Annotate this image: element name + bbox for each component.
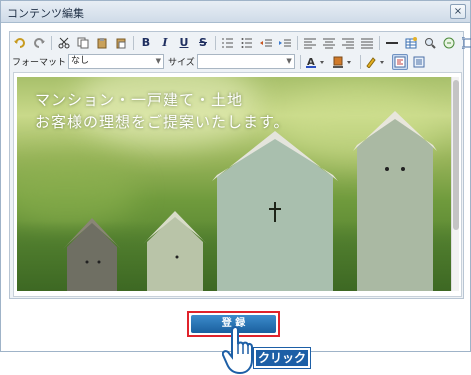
bold-label: B (141, 36, 151, 49)
strikethrough-button[interactable]: S (195, 35, 211, 51)
paste-icon[interactable] (94, 35, 110, 51)
undo-icon[interactable] (12, 35, 28, 51)
format-label: フォーマット (12, 58, 67, 68)
redo-icon[interactable] (31, 35, 47, 51)
replace-icon[interactable] (441, 35, 457, 51)
table-icon[interactable] (403, 35, 419, 51)
numbered-list-icon[interactable] (220, 35, 236, 51)
banner-image: マンション・一戸建て・土地 お客様の理想をご提案いたします。 (17, 77, 451, 291)
close-button[interactable]: × (450, 4, 466, 19)
format-select-value: なし (71, 56, 90, 66)
toolbar-divider (379, 35, 380, 50)
indent-icon[interactable] (277, 35, 293, 51)
italic-label: I (162, 36, 168, 49)
align-left-icon[interactable] (302, 35, 318, 51)
bold-button[interactable]: B (138, 35, 154, 51)
horizontal-rule-icon[interactable] (384, 35, 400, 51)
toolbar-divider (133, 35, 134, 50)
editor-content-area[interactable]: マンション・一戸建て・土地 お客様の理想をご提案いたします。 (13, 72, 462, 297)
toolbar-divider (297, 35, 298, 50)
underline-label: U (179, 36, 189, 49)
strikethrough-label: S (199, 36, 207, 49)
source-view-icon[interactable] (391, 53, 408, 70)
toolbar-divider (51, 35, 52, 50)
rich-text-editor: B I U S フォーマット なし ▼ サイズ ▼ A マンション・一戸建て・土… (9, 31, 471, 299)
toolbar-divider (215, 35, 216, 50)
copy-icon[interactable] (75, 35, 91, 51)
underline-button[interactable]: U (176, 35, 192, 51)
dialog-titlebar: コンテンツ編集 × (1, 1, 470, 23)
find-icon[interactable] (422, 35, 438, 51)
cut-icon[interactable] (56, 35, 72, 51)
toolbar-row-2: フォーマット なし ▼ サイズ ▼ A (12, 53, 430, 70)
toolbar-row-1: B I U S (12, 34, 471, 51)
vertical-scrollbar[interactable] (451, 77, 459, 291)
banner-headline: マンション・一戸建て・土地 お客様の理想をご提案いたします。 (35, 89, 290, 133)
fullscreen-icon[interactable] (460, 35, 471, 51)
size-select[interactable]: ▼ (196, 54, 295, 69)
click-badge: クリック (254, 348, 310, 368)
align-center-icon[interactable] (321, 35, 337, 51)
pointer-hand-icon (222, 326, 253, 375)
justify-icon[interactable] (359, 35, 375, 51)
scrollbar-thumb[interactable] (453, 80, 459, 230)
outdent-icon[interactable] (258, 35, 274, 51)
headline-line-1: マンション・一戸建て・土地 (35, 91, 244, 109)
align-right-icon[interactable] (340, 35, 356, 51)
paste-text-icon[interactable] (113, 35, 129, 51)
chevron-down-icon: ▼ (155, 57, 162, 65)
toolbar-divider (359, 54, 361, 69)
chevron-down-icon: ▼ (286, 57, 292, 65)
italic-button[interactable]: I (157, 35, 173, 51)
preview-icon[interactable] (411, 54, 427, 70)
highlight-pen-icon[interactable] (365, 54, 389, 70)
size-label: サイズ (168, 58, 195, 68)
dialog-title: コンテンツ編集 (7, 7, 84, 20)
text-color-button[interactable]: A (305, 54, 329, 70)
toolbar-divider (299, 54, 301, 69)
content-edit-dialog: コンテンツ編集 × B I U S フォーマット なし ▼ サイズ ▼ A マン… (0, 0, 471, 352)
bulleted-list-icon[interactable] (239, 35, 255, 51)
format-select[interactable]: なし ▼ (68, 54, 165, 69)
headline-line-2: お客様の理想をご提案いたします。 (35, 113, 290, 131)
background-color-button[interactable] (332, 54, 356, 70)
